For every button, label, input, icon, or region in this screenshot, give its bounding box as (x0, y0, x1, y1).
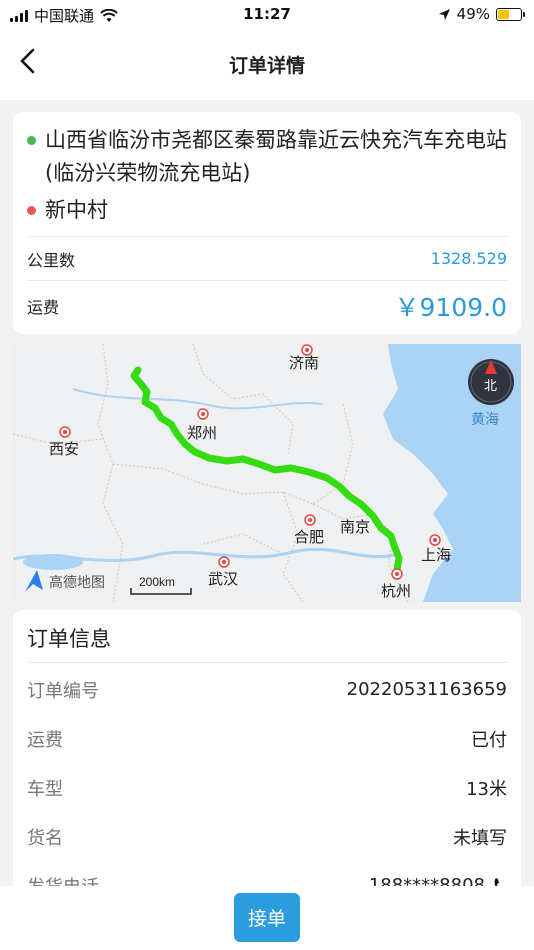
fee-label: 运费 (27, 297, 60, 317)
back-button[interactable] (12, 46, 42, 76)
order-info-title: 订单信息 (27, 610, 507, 663)
distance-value: 1328.529 (430, 249, 507, 268)
chevron-left-icon (20, 48, 35, 74)
compass-icon[interactable]: 北 (468, 359, 514, 405)
route-card: 山西省临汾市尧都区秦蜀路靠近云快充汽车充电站(临汾兴荣物流充电站) 新中村 公里… (13, 112, 521, 334)
svg-text:武汉: 武汉 (208, 571, 238, 588)
route-start: 山西省临汾市尧都区秦蜀路靠近云快充汽车充电站(临汾兴荣物流充电站) (27, 112, 507, 190)
map-canvas: 济南 郑州 西安 合肥 南京 上海 武汉 杭州 黄海 北 高德地图 200km (13, 344, 521, 602)
svg-text:北: 北 (484, 378, 497, 393)
status-right: 49% (438, 5, 525, 23)
location-arrow-icon (438, 8, 450, 20)
svg-text:杭州: 杭州 (381, 583, 411, 600)
order-row-value: 未填写 (453, 827, 507, 849)
route-map[interactable]: 济南 郑州 西安 合肥 南京 上海 武汉 杭州 黄海 北 高德地图 200km (13, 344, 521, 602)
svg-text:西安: 西安 (49, 441, 79, 458)
distance-row: 公里数 1328.529 (27, 236, 507, 280)
start-dot-icon (27, 136, 36, 145)
order-row-label: 车型 (27, 778, 63, 800)
svg-text:济南: 济南 (289, 355, 319, 372)
order-row: 订单编号 20220531163659 (27, 665, 507, 714)
end-dot-icon (27, 206, 36, 215)
start-address: 山西省临汾市尧都区秦蜀路靠近云快充汽车充电站(临汾兴荣物流充电站) (45, 128, 507, 185)
svg-text:合肥: 合肥 (294, 529, 324, 546)
fee-value: ￥9109.0 (394, 292, 507, 322)
order-row-value: 已付 (471, 729, 507, 751)
order-row: 运费 已付 (27, 714, 507, 763)
order-row: 车型 13米 (27, 763, 507, 812)
battery-percent: 49% (456, 5, 490, 23)
city-nanjing: 南京 (340, 519, 370, 536)
order-info-card: 订单信息 订单编号 20220531163659 运费 已付 车型 13米 货名… (13, 610, 521, 910)
order-row-value: 13米 (466, 778, 507, 800)
distance-label: 公里数 (27, 250, 76, 270)
svg-text:高德地图: 高德地图 (49, 574, 105, 590)
nav-bar: 订单详情 (0, 28, 534, 100)
fee-row: 运费 ￥9109.0 (27, 280, 507, 330)
order-row-label: 运费 (27, 729, 63, 751)
end-address: 新中村 (45, 198, 108, 222)
status-bar: 中国联通 11:27 49% (0, 0, 534, 28)
route-end: 新中村 (27, 194, 507, 227)
svg-text:上海: 上海 (421, 547, 451, 564)
battery-icon (496, 7, 525, 21)
accept-order-button[interactable]: 接单 (234, 893, 300, 942)
page-title: 订单详情 (228, 54, 305, 77)
order-row: 货名 未填写 (27, 812, 507, 861)
svg-text:南京: 南京 (340, 519, 370, 536)
svg-text:200km: 200km (139, 575, 175, 589)
order-row-label: 订单编号 (27, 680, 99, 702)
svg-text:郑州: 郑州 (187, 425, 217, 442)
sea-label: 黄海 (471, 411, 499, 427)
order-row-label: 货名 (27, 827, 63, 849)
order-row-value: 20220531163659 (346, 679, 507, 700)
